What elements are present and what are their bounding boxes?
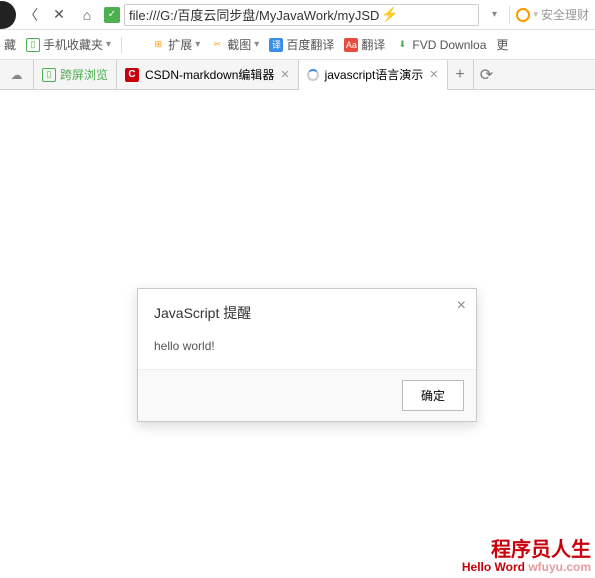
- search-placeholder: 安全理财: [541, 6, 589, 23]
- mobile-icon: ▯: [26, 38, 40, 52]
- separator: [509, 6, 510, 24]
- tab-label: javascript语言演示: [325, 66, 424, 83]
- url-input[interactable]: file:///G:/百度云同步盘/MyJavaWork/myJSD ⚡: [124, 4, 479, 26]
- aa-translate-icon: Aa: [344, 38, 358, 52]
- bookmark-bar: 藏 ▯ 手机收藏夹 ▾ ⊞ 扩展 ▾ ✂ 截图 ▾ 译 百度翻译 Aa 翻译 ⬇…: [0, 30, 595, 60]
- watermark-line2: Hello Word wfuyu.com: [462, 561, 591, 574]
- cloud-icon: ☁: [11, 68, 23, 82]
- csdn-icon: C: [125, 68, 139, 82]
- page-content: JavaScript 提醒 × hello world! 确定 程序员人生 He…: [0, 90, 595, 578]
- chevron-down-icon: ▾: [254, 39, 259, 50]
- stop-button[interactable]: ✕: [46, 2, 72, 28]
- close-icon[interactable]: ×: [457, 297, 466, 315]
- chevron-down-icon: ▾: [195, 39, 200, 50]
- watermark-line1: 程序员人生: [462, 539, 591, 561]
- bookmark-mobile-fav[interactable]: ▯ 手机收藏夹 ▾: [26, 36, 111, 53]
- shield-icon: ✓: [104, 7, 120, 23]
- close-icon[interactable]: ✕: [429, 68, 438, 81]
- search-engine-icon: [516, 8, 530, 22]
- ok-button[interactable]: 确定: [402, 380, 464, 411]
- dialog-footer: 确定: [138, 370, 476, 421]
- bookmark-more[interactable]: 更: [496, 36, 508, 53]
- url-text: file:///G:/百度云同步盘/MyJavaWork/myJSD: [129, 5, 379, 24]
- screenshot-icon: ✂: [210, 38, 224, 52]
- bookmark-left[interactable]: 藏: [4, 36, 16, 53]
- pinned-tab-cloud[interactable]: ☁: [0, 60, 34, 89]
- loading-spinner-icon: [307, 69, 319, 81]
- bookmark-translate[interactable]: 译 百度翻译: [269, 36, 334, 53]
- dialog-message: hello world!: [138, 333, 476, 370]
- watermark: 程序员人生 Hello Word wfuyu.com: [462, 539, 591, 574]
- extensions-icon: ⊞: [151, 38, 165, 52]
- new-tab-button[interactable]: +: [448, 60, 474, 89]
- alert-dialog: JavaScript 提醒 × hello world! 确定: [137, 288, 477, 422]
- dropdown-button[interactable]: ▾: [481, 2, 507, 28]
- chevron-down-icon: ▾: [106, 39, 111, 50]
- mobile-icon: ▯: [42, 68, 56, 82]
- translate-icon: 译: [269, 38, 283, 52]
- bookmark-fvd[interactable]: ⬇ FVD Downloa: [395, 38, 486, 52]
- separator: [121, 37, 122, 53]
- tab-label: CSDN-markdown编辑器: [145, 66, 274, 83]
- bookmark-screenshot[interactable]: ✂ 截图 ▾: [210, 36, 259, 53]
- bookmark-aa-translate[interactable]: Aa 翻译: [344, 36, 385, 53]
- dialog-title: JavaScript 提醒: [154, 305, 251, 321]
- home-button[interactable]: ⌂: [74, 2, 100, 28]
- tab-bar: ☁ ▯ 跨屏浏览 C CSDN-markdown编辑器 ✕ javascript…: [0, 60, 595, 90]
- restore-tab-button[interactable]: ⟳: [474, 60, 500, 89]
- dialog-header: JavaScript 提醒 ×: [138, 289, 476, 333]
- back-button[interactable]: 〈: [18, 2, 44, 28]
- address-bar: 〈 ✕ ⌂ ✓ file:///G:/百度云同步盘/MyJavaWork/myJ…: [0, 0, 595, 30]
- tab-csdn[interactable]: C CSDN-markdown编辑器 ✕: [117, 60, 299, 89]
- pinned-tab-kuaping[interactable]: ▯ 跨屏浏览: [34, 60, 117, 89]
- search-box[interactable]: ▾ 安全理财: [512, 6, 593, 23]
- tab-javascript[interactable]: javascript语言演示 ✕: [299, 60, 448, 90]
- lightning-icon: ⚡: [381, 6, 398, 23]
- close-icon[interactable]: ✕: [280, 68, 289, 81]
- avatar[interactable]: [0, 1, 16, 29]
- bookmark-extensions[interactable]: ⊞ 扩展 ▾: [151, 36, 200, 53]
- download-icon: ⬇: [395, 38, 409, 52]
